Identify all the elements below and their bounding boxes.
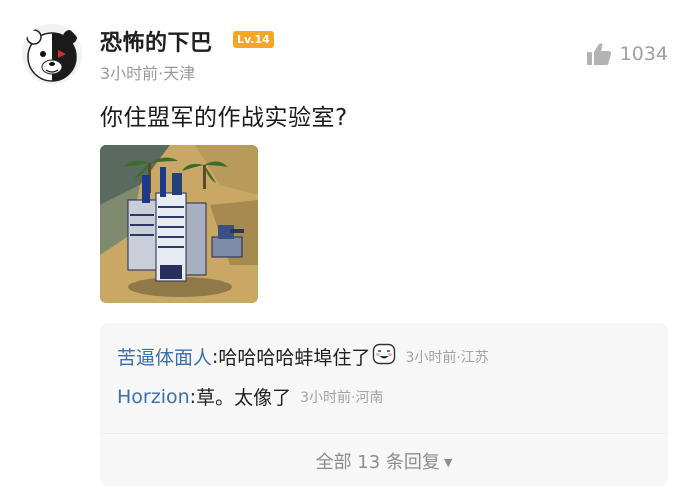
level-badge: Lv.14 bbox=[233, 31, 274, 48]
caret-down-icon: ▼ bbox=[443, 456, 453, 469]
view-all-replies-button[interactable]: 全部 13 条回复 ▼ bbox=[100, 448, 668, 474]
divider bbox=[100, 433, 668, 434]
avatar[interactable] bbox=[22, 24, 82, 84]
reply-item[interactable]: Horzion : 草。太像了 3小时前·河南 bbox=[117, 383, 383, 410]
comment-text: 你住盟军的作战实验室? bbox=[100, 105, 348, 131]
attached-image[interactable] bbox=[100, 145, 258, 303]
replies-panel: 苦逼体面人 : 哈哈哈哈蚌埠住了 3小时前·江苏 Horzion : 草。太像了… bbox=[100, 323, 668, 486]
comment-meta: 3小时前·天津 bbox=[100, 64, 196, 83]
reply-time: 3小时前·河南 bbox=[300, 389, 384, 406]
thumbs-up-icon bbox=[586, 42, 612, 66]
like-button[interactable]: 1034 bbox=[586, 42, 668, 66]
reply-time: 3小时前·江苏 bbox=[405, 349, 489, 366]
reply-text: 草。太像了 bbox=[196, 387, 292, 409]
reply-item[interactable]: 苦逼体面人 : 哈哈哈哈蚌埠住了 3小时前·江苏 bbox=[117, 343, 489, 370]
username[interactable]: 恐怖的下巴 bbox=[100, 25, 213, 57]
grin-emoji-icon bbox=[372, 343, 396, 370]
reply-author[interactable]: Horzion bbox=[117, 386, 190, 408]
reply-author[interactable]: 苦逼体面人 bbox=[117, 343, 212, 370]
like-count: 1034 bbox=[619, 43, 668, 65]
reply-text: 哈哈哈哈蚌埠住了 bbox=[218, 347, 371, 369]
comment-card: 恐怖的下巴 Lv.14 3小时前·天津 1034 你住盟军的作战实验室? 苦逼体… bbox=[0, 0, 690, 494]
view-all-replies-label: 全部 13 条回复 bbox=[315, 452, 440, 473]
